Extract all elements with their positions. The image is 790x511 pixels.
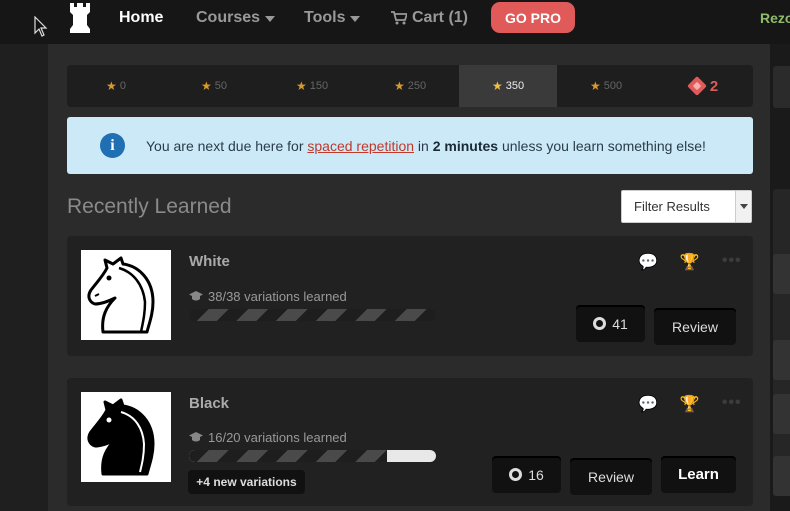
gem-icon xyxy=(686,76,707,96)
course-title[interactable]: White xyxy=(189,253,230,270)
banner-text-post: unless you learn something else! xyxy=(501,137,706,154)
graduation-cap-icon xyxy=(189,291,203,301)
rook-logo-icon[interactable] xyxy=(67,1,93,35)
gems-value: 2 xyxy=(709,77,719,95)
progress-bar xyxy=(189,309,436,321)
trophy-icon[interactable]: 🏆 xyxy=(680,252,700,272)
more-options-icon[interactable]: ••• xyxy=(722,252,742,272)
star-icon: ★ xyxy=(106,79,117,93)
sidebar-panel xyxy=(773,189,790,489)
chevron-down-icon xyxy=(735,191,751,222)
banner-time: 2 minutes xyxy=(432,137,499,154)
progress-fill xyxy=(189,309,436,321)
nav-cart-label: Cart (1) xyxy=(412,9,469,26)
nav-tools-label: Tools xyxy=(304,9,346,26)
review-count-button[interactable]: 16 xyxy=(492,456,561,493)
sidebar-item[interactable] xyxy=(773,456,790,496)
points-value: 0 xyxy=(119,80,126,92)
filter-label: Filter Results xyxy=(634,199,710,214)
points-progress-bar: ★ 0 ★ 50 ★ 150 ★ 250 ★ 350 ★ 500 2 xyxy=(67,65,753,107)
course-card[interactable]: White 38/38 variations learned 💬 🏆 ••• 4… xyxy=(67,236,753,356)
spaced-repetition-banner: i You are next due here for spaced repet… xyxy=(67,117,753,174)
info-icon: i xyxy=(100,133,125,158)
filter-results-select[interactable]: Filter Results xyxy=(621,190,752,223)
points-level[interactable]: ★ 50 xyxy=(165,65,263,107)
nav-home-label: Home xyxy=(119,9,164,26)
banner-text-pre: You are next due here for xyxy=(146,137,304,154)
sidebar-item[interactable] xyxy=(773,340,790,380)
spaced-repetition-link[interactable]: spaced repetition xyxy=(307,138,414,154)
new-variations-badge[interactable]: +4 new variations xyxy=(188,470,305,494)
points-level[interactable]: ★ 500 xyxy=(557,65,655,107)
points-value: 250 xyxy=(407,80,427,92)
cart-icon xyxy=(391,11,407,25)
top-navbar: Home Courses Tools Cart (1) GO PRO Rezo xyxy=(0,0,790,44)
points-value: 150 xyxy=(309,80,329,92)
points-value: 500 xyxy=(603,80,623,92)
course-title[interactable]: Black xyxy=(189,395,229,412)
points-value: 350 xyxy=(505,80,525,92)
right-sidebar xyxy=(770,44,790,511)
review-button[interactable]: Review xyxy=(570,458,652,495)
nav-tools[interactable]: Tools xyxy=(304,9,361,27)
star-icon: ★ xyxy=(589,79,601,93)
points-level[interactable]: ★ 150 xyxy=(263,65,361,107)
points-level[interactable]: ★ 250 xyxy=(361,65,459,107)
progress-fill xyxy=(189,450,387,462)
course-card[interactable]: Black 16/20 variations learned +4 new va… xyxy=(67,378,753,506)
star-icon: ★ xyxy=(491,79,503,93)
lifebuoy-icon xyxy=(593,317,607,330)
graduation-cap-icon xyxy=(189,432,203,442)
mouse-cursor-icon xyxy=(34,16,48,37)
review-count-button[interactable]: 41 xyxy=(576,305,645,342)
chevron-down-icon xyxy=(350,16,361,22)
points-level-current[interactable]: ★ 350 xyxy=(459,65,557,107)
left-gutter xyxy=(0,44,48,511)
star-icon: ★ xyxy=(393,79,405,93)
go-pro-button[interactable]: GO PRO xyxy=(491,2,575,33)
star-icon: ★ xyxy=(200,79,212,93)
trophy-icon[interactable]: 🏆 xyxy=(680,394,700,414)
sidebar-item[interactable] xyxy=(773,394,790,434)
nav-courses[interactable]: Courses xyxy=(196,9,276,27)
section-heading: Recently Learned xyxy=(67,195,232,218)
more-options-icon[interactable]: ••• xyxy=(722,394,742,414)
learn-button[interactable]: Learn xyxy=(661,456,736,493)
points-level[interactable]: ★ 0 xyxy=(67,65,165,107)
variations-progress-text: 38/38 variations learned xyxy=(189,289,347,304)
nav-cart[interactable]: Cart (1) xyxy=(391,9,468,27)
gems-counter[interactable]: 2 xyxy=(655,65,753,107)
nav-courses-label: Courses xyxy=(196,9,261,26)
progress-label: 38/38 variations learned xyxy=(208,289,347,304)
sidebar-panel xyxy=(773,66,790,108)
chevron-down-icon xyxy=(265,16,276,22)
progress-bar xyxy=(189,450,436,462)
star-icon: ★ xyxy=(295,79,307,93)
banner-text-mid: in xyxy=(417,137,429,154)
variations-progress-text: 16/20 variations learned xyxy=(189,430,347,445)
user-name[interactable]: Rezo xyxy=(760,10,790,26)
chat-icon[interactable]: 💬 xyxy=(638,252,658,272)
review-button[interactable]: Review xyxy=(654,308,736,345)
review-count: 16 xyxy=(528,466,544,483)
points-value: 50 xyxy=(214,80,227,92)
nav-home[interactable]: Home xyxy=(119,9,163,27)
progress-label: 16/20 variations learned xyxy=(208,430,347,445)
black-knight-image xyxy=(81,392,171,482)
sidebar-item[interactable] xyxy=(773,254,790,294)
white-knight-image xyxy=(81,250,171,340)
chat-icon[interactable]: 💬 xyxy=(638,394,658,414)
card-actions: 💬 🏆 ••• xyxy=(638,394,742,414)
lifebuoy-icon xyxy=(509,468,523,481)
review-count: 41 xyxy=(612,315,628,332)
card-actions: 💬 🏆 ••• xyxy=(638,252,742,272)
banner-text: You are next due here for spaced repetit… xyxy=(146,138,706,154)
